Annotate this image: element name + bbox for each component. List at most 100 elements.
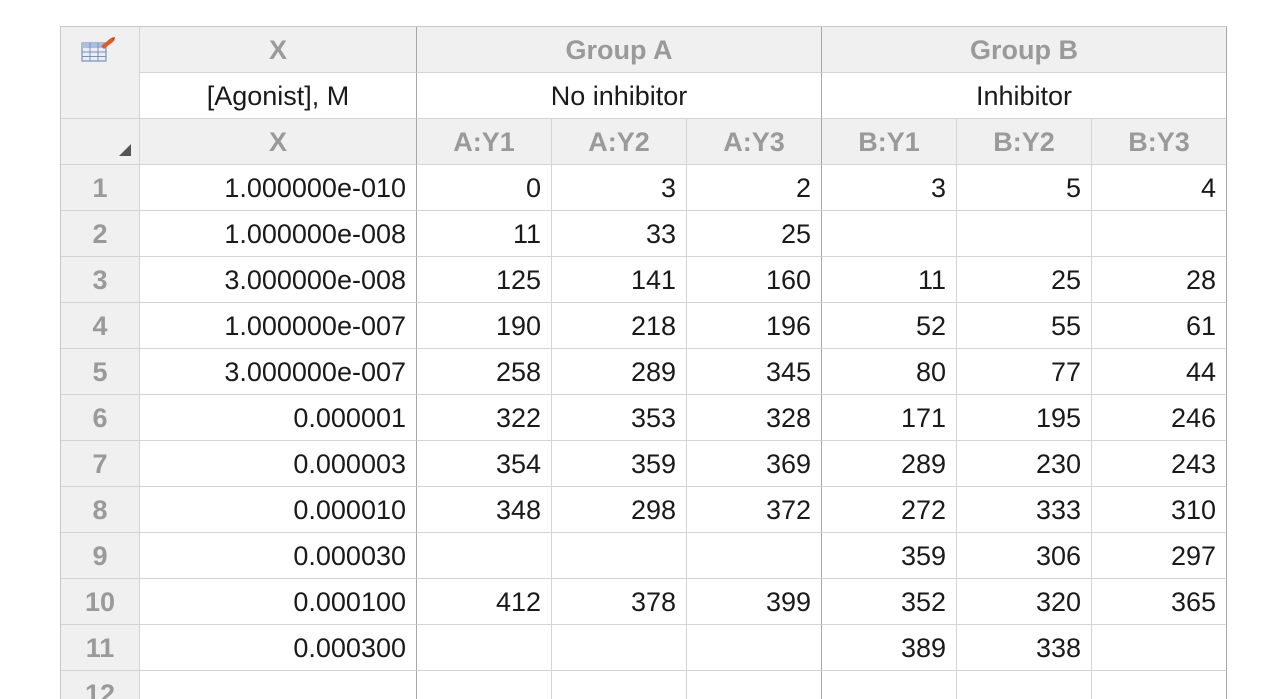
col-header-b-y2[interactable]: B:Y2 <box>957 119 1092 165</box>
y-value-cell[interactable]: 77 <box>957 349 1092 395</box>
col-header-b-y3[interactable]: B:Y3 <box>1092 119 1227 165</box>
y-value-cell[interactable]: 11 <box>417 211 552 257</box>
y-value-cell[interactable]: 365 <box>1092 579 1227 625</box>
y-value-cell[interactable] <box>1092 211 1227 257</box>
row-number[interactable]: 5 <box>61 349 140 395</box>
y-value-cell[interactable] <box>552 671 687 699</box>
y-value-cell[interactable]: 61 <box>1092 303 1227 349</box>
y-value-cell[interactable]: 378 <box>552 579 687 625</box>
row-number[interactable]: 1 <box>61 165 140 211</box>
x-column-header[interactable]: X <box>140 119 417 165</box>
y-value-cell[interactable]: 359 <box>552 441 687 487</box>
y-value-cell[interactable] <box>822 211 957 257</box>
y-value-cell[interactable]: 33 <box>552 211 687 257</box>
y-value-cell[interactable]: 412 <box>417 579 552 625</box>
row-number[interactable]: 4 <box>61 303 140 349</box>
y-value-cell[interactable]: 289 <box>552 349 687 395</box>
group-b-title[interactable]: Group B <box>822 27 1227 73</box>
y-value-cell[interactable]: 322 <box>417 395 552 441</box>
y-value-cell[interactable]: 298 <box>552 487 687 533</box>
y-value-cell[interactable]: 348 <box>417 487 552 533</box>
x-value-cell[interactable]: 0.000030 <box>140 533 417 579</box>
x-value-cell[interactable]: 0.000010 <box>140 487 417 533</box>
y-value-cell[interactable]: 141 <box>552 257 687 303</box>
y-value-cell[interactable]: 4 <box>1092 165 1227 211</box>
col-header-a-y3[interactable]: A:Y3 <box>687 119 822 165</box>
y-value-cell[interactable]: 389 <box>822 625 957 671</box>
y-value-cell[interactable]: 171 <box>822 395 957 441</box>
y-value-cell[interactable]: 5 <box>957 165 1092 211</box>
y-value-cell[interactable]: 3 <box>552 165 687 211</box>
y-value-cell[interactable]: 3 <box>822 165 957 211</box>
x-value-cell[interactable]: 1.000000e-007 <box>140 303 417 349</box>
y-value-cell[interactable]: 195 <box>957 395 1092 441</box>
row-number[interactable]: 9 <box>61 533 140 579</box>
y-value-cell[interactable]: 196 <box>687 303 822 349</box>
y-value-cell[interactable]: 333 <box>957 487 1092 533</box>
y-value-cell[interactable]: 345 <box>687 349 822 395</box>
y-value-cell[interactable] <box>957 211 1092 257</box>
col-header-a-y2[interactable]: A:Y2 <box>552 119 687 165</box>
y-value-cell[interactable]: 372 <box>687 487 822 533</box>
y-value-cell[interactable]: 25 <box>957 257 1092 303</box>
x-column-title[interactable]: X <box>140 27 417 73</box>
y-value-cell[interactable]: 258 <box>417 349 552 395</box>
y-value-cell[interactable] <box>1092 625 1227 671</box>
row-number[interactable]: 10 <box>61 579 140 625</box>
x-value-cell[interactable]: 0.000001 <box>140 395 417 441</box>
y-value-cell[interactable]: 310 <box>1092 487 1227 533</box>
y-value-cell[interactable]: 272 <box>822 487 957 533</box>
y-value-cell[interactable]: 11 <box>822 257 957 303</box>
y-value-cell[interactable]: 306 <box>957 533 1092 579</box>
y-value-cell[interactable]: 352 <box>822 579 957 625</box>
y-value-cell[interactable]: 55 <box>957 303 1092 349</box>
select-all-corner[interactable] <box>61 119 140 165</box>
row-number[interactable]: 2 <box>61 211 140 257</box>
x-value-cell[interactable]: 0.000003 <box>140 441 417 487</box>
y-value-cell[interactable]: 230 <box>957 441 1092 487</box>
x-column-subtitle[interactable]: [Agonist], M <box>140 73 417 119</box>
row-number[interactable]: 11 <box>61 625 140 671</box>
y-value-cell[interactable]: 2 <box>687 165 822 211</box>
y-value-cell[interactable]: 218 <box>552 303 687 349</box>
y-value-cell[interactable] <box>957 671 1092 699</box>
y-value-cell[interactable] <box>417 671 552 699</box>
y-value-cell[interactable]: 297 <box>1092 533 1227 579</box>
y-value-cell[interactable]: 320 <box>957 579 1092 625</box>
row-number[interactable]: 12 <box>61 671 140 699</box>
y-value-cell[interactable] <box>1092 671 1227 699</box>
group-a-subtitle[interactable]: No inhibitor <box>417 73 822 119</box>
row-number[interactable]: 8 <box>61 487 140 533</box>
y-value-cell[interactable]: 80 <box>822 349 957 395</box>
x-value-cell[interactable]: 0.000300 <box>140 625 417 671</box>
y-value-cell[interactable] <box>687 671 822 699</box>
row-number[interactable]: 7 <box>61 441 140 487</box>
y-value-cell[interactable]: 338 <box>957 625 1092 671</box>
x-value-cell[interactable]: 0.000100 <box>140 579 417 625</box>
y-value-cell[interactable]: 246 <box>1092 395 1227 441</box>
x-value-cell[interactable]: 3.000000e-007 <box>140 349 417 395</box>
y-value-cell[interactable]: 52 <box>822 303 957 349</box>
y-value-cell[interactable]: 25 <box>687 211 822 257</box>
row-number[interactable]: 6 <box>61 395 140 441</box>
y-value-cell[interactable]: 243 <box>1092 441 1227 487</box>
col-header-a-y1[interactable]: A:Y1 <box>417 119 552 165</box>
y-value-cell[interactable]: 28 <box>1092 257 1227 303</box>
x-value-cell[interactable] <box>140 671 417 699</box>
y-value-cell[interactable] <box>687 533 822 579</box>
row-number[interactable]: 3 <box>61 257 140 303</box>
y-value-cell[interactable]: 359 <box>822 533 957 579</box>
group-b-subtitle[interactable]: Inhibitor <box>822 73 1227 119</box>
y-value-cell[interactable]: 328 <box>687 395 822 441</box>
y-value-cell[interactable] <box>417 625 552 671</box>
y-value-cell[interactable]: 125 <box>417 257 552 303</box>
y-value-cell[interactable]: 369 <box>687 441 822 487</box>
y-value-cell[interactable]: 0 <box>417 165 552 211</box>
y-value-cell[interactable]: 44 <box>1092 349 1227 395</box>
y-value-cell[interactable]: 190 <box>417 303 552 349</box>
y-value-cell[interactable]: 399 <box>687 579 822 625</box>
y-value-cell[interactable]: 289 <box>822 441 957 487</box>
y-value-cell[interactable] <box>687 625 822 671</box>
x-value-cell[interactable]: 3.000000e-008 <box>140 257 417 303</box>
y-value-cell[interactable] <box>552 625 687 671</box>
